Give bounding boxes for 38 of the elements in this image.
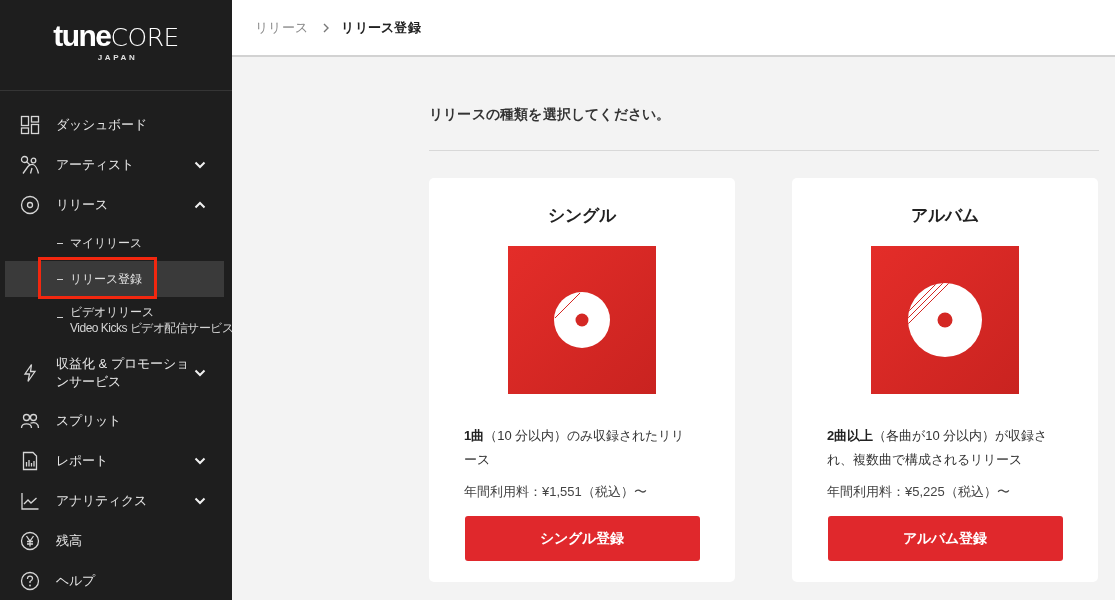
logo-wordmark[interactable]: tuneCORE — [53, 22, 179, 52]
price-text: 年間利用料：¥1,551（税込）〜 — [464, 483, 647, 501]
disc-icon — [20, 195, 40, 215]
yen-icon — [20, 531, 40, 551]
nav-item[interactable]: 残高 — [0, 521, 232, 561]
nav-item[interactable]: 収益化 & プロモーションサービス — [0, 345, 232, 401]
card-title: アルバム — [911, 205, 979, 227]
card-description: 1曲（10 分以内）のみ収録されたリリース — [464, 427, 686, 469]
report-icon — [20, 451, 40, 471]
register-button[interactable]: アルバム登録 — [827, 516, 1063, 561]
dash-icon — [57, 317, 63, 318]
breadcrumb-link[interactable]: リリース — [255, 18, 309, 37]
nav-item[interactable]: レポート — [0, 441, 232, 481]
line-chart-icon — [20, 491, 40, 511]
nav-item[interactable]: アナリティクス — [0, 481, 232, 521]
nav-item[interactable]: アーティスト — [0, 145, 232, 185]
singer-icon — [20, 155, 40, 175]
nav-item[interactable]: ダッシュボード — [0, 105, 232, 145]
sub-nav-item[interactable]: マイリリース — [5, 225, 224, 261]
sub-nav-item[interactable]: リリース登録 — [5, 261, 224, 297]
nav-item[interactable]: リリース — [0, 185, 232, 225]
help-icon — [20, 571, 40, 591]
logo-subtitle: JAPAN — [96, 53, 138, 62]
dash-icon — [57, 278, 63, 280]
dashboard-icon — [20, 115, 40, 135]
people-icon — [20, 411, 40, 431]
dash-icon — [57, 242, 63, 244]
section-heading: リリースの種類を選択してください。 — [429, 106, 672, 124]
sub-nav-item[interactable]: ビデオリリース Video Kicks ビデオ配信サービス — [5, 297, 231, 345]
sub-nav-note: Video Kicks ビデオ配信サービス — [70, 320, 232, 336]
price-text: 年間利用料：¥5,225（税込）〜 — [827, 483, 1010, 501]
register-button[interactable]: シングル登録 — [464, 516, 700, 561]
breadcrumb-current: リリース登録 — [341, 18, 421, 37]
chevron-right-icon — [323, 22, 330, 33]
card-description: 2曲以上（各曲が10 分以内）が収録され、複数曲で構成されるリリース — [827, 427, 1049, 469]
nav-item[interactable]: ヘルプ — [0, 561, 232, 600]
nav-item[interactable]: スプリット — [0, 401, 232, 441]
card-title: シングル — [548, 205, 616, 227]
